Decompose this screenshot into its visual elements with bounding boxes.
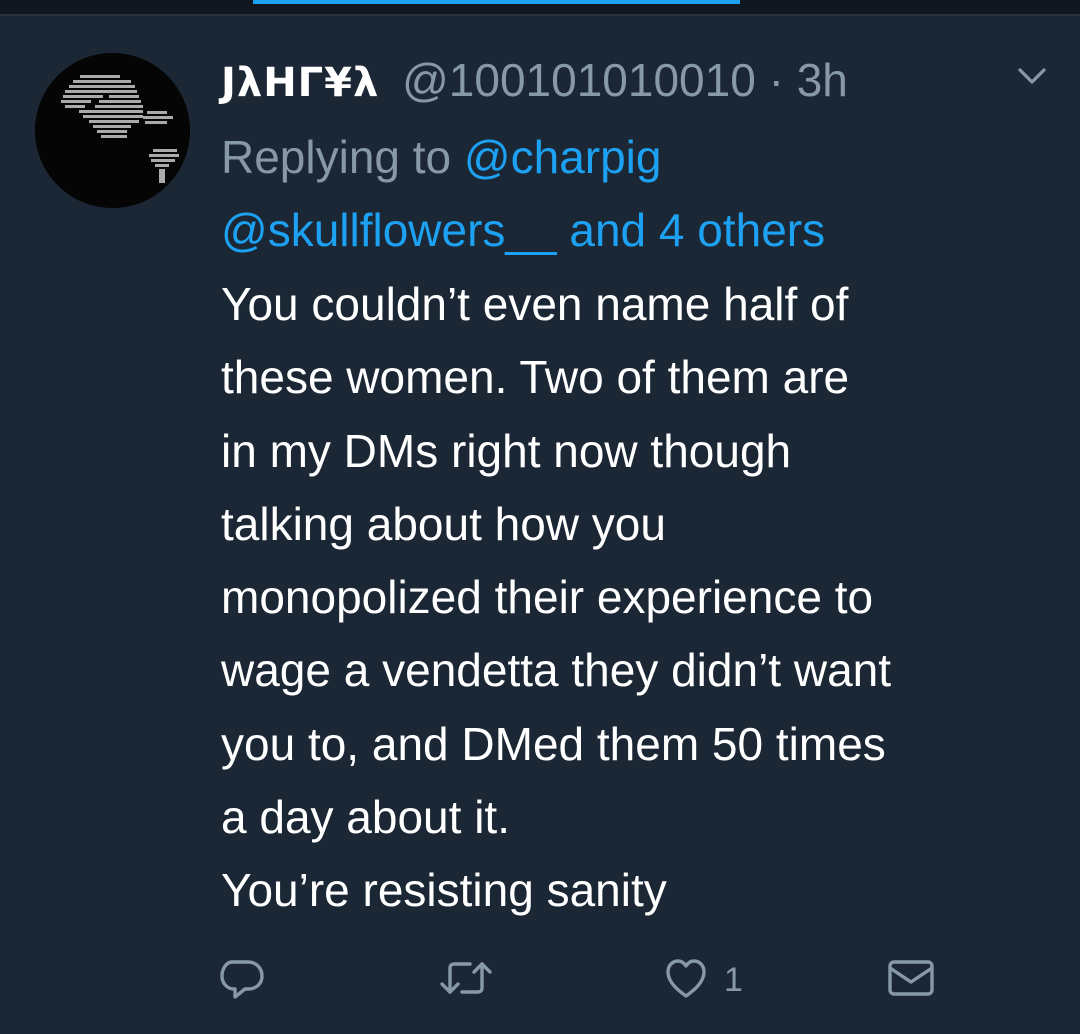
- tweet-text-line: talking about how you: [221, 497, 666, 550]
- mention-charpig[interactable]: @charpig: [464, 131, 662, 183]
- reply-others-link[interactable]: and 4 others: [569, 204, 825, 256]
- user-handle[interactable]: @100101010010: [402, 54, 756, 106]
- heart-icon: [662, 954, 710, 1007]
- envelope-icon: [885, 954, 937, 1007]
- chevron-down-icon[interactable]: [1014, 62, 1050, 90]
- direct-message-button[interactable]: [885, 948, 937, 1012]
- mention-skullflowers[interactable]: @skullflowers__: [221, 204, 557, 256]
- replying-to-line: Replying to @charpig: [221, 120, 662, 194]
- tweet-text-line: a day about it.: [221, 791, 510, 844]
- replying-to-label: Replying to: [221, 131, 452, 183]
- tweet-text: You couldn’t even name half of these wom…: [221, 268, 1061, 928]
- separator-dot: ·: [768, 54, 784, 106]
- tweet-text-line: You couldn’t even name half of: [221, 278, 849, 330]
- timestamp[interactable]: 3h: [797, 54, 848, 106]
- display-name[interactable]: JλHГ¥λ: [221, 60, 379, 106]
- tweet-text-line: You’re resisting sanity: [221, 864, 667, 917]
- reply-button[interactable]: [218, 948, 266, 1012]
- tweet-action-bar: 1: [0, 948, 1080, 1018]
- tweet-text-line: monopolized their experience to: [221, 571, 874, 624]
- tweet-text-line: in my DMs right now though: [221, 424, 792, 477]
- tweet-text-line: wage a vendetta they didn’t want: [221, 644, 892, 697]
- like-count: 1: [724, 960, 743, 999]
- retweet-button[interactable]: [438, 948, 494, 1012]
- replying-to-line-2: @skullflowers__ and 4 others: [221, 193, 825, 267]
- tweet-header: JλHГ¥λ @100101010010 · 3h: [221, 50, 848, 110]
- tweet-text-line: these women. Two of them are: [221, 351, 850, 404]
- retweet-icon: [438, 954, 494, 1007]
- reply-icon: [218, 954, 266, 1007]
- active-tab-indicator: [253, 0, 740, 4]
- tweet-text-line: you to, and DMed them 50 times: [221, 717, 886, 770]
- avatar[interactable]: [35, 53, 190, 208]
- like-button[interactable]: 1: [662, 948, 743, 1012]
